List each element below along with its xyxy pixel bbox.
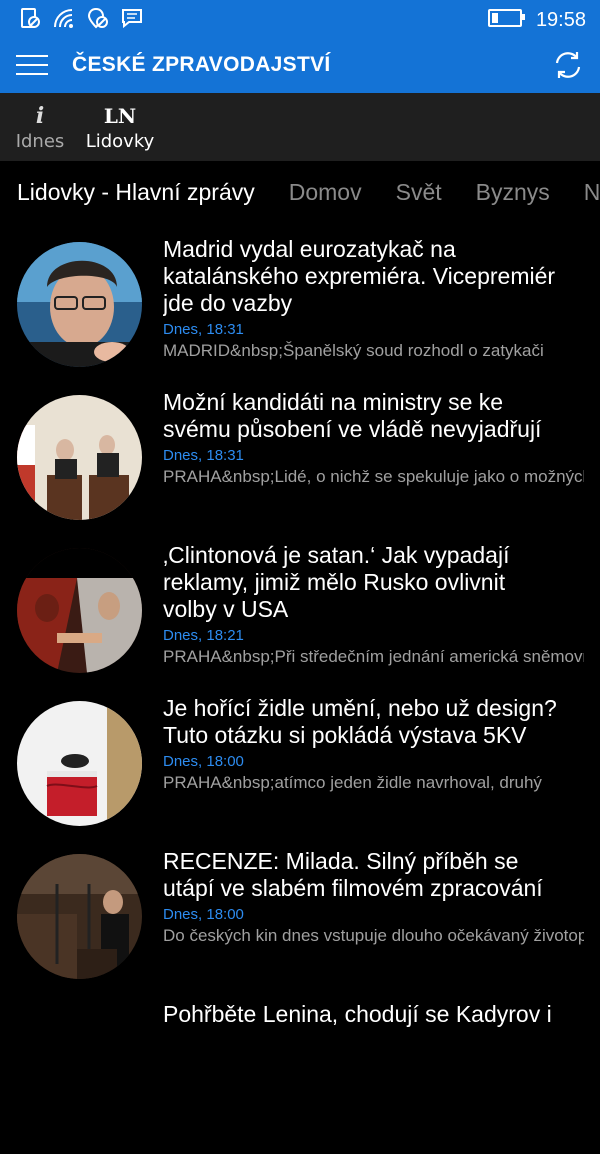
tab-domov[interactable]: Domov [289,179,362,206]
article-thumbnail [17,242,142,367]
article-headline: Možní kandidáti na ministry se ke svému … [163,389,542,442]
article-item[interactable]: Možní kandidáti na ministry se ke svému … [0,389,600,542]
article-time: Dnes, 18:21 [163,627,244,644]
silent-mode-icon [18,6,42,30]
app-title: ČESKÉ ZPRAVODAJSTVÍ [72,52,331,76]
article-snippet: PRAHA&nbsp;Lidé, o nichž se spekuluje ja… [163,467,584,486]
article-headline: ‚Clintonová je satan.‘ Jak vypadají rekl… [163,542,510,622]
article-list: Madrid vydal eurozatykač na katalánského… [0,236,600,1154]
article-thumbnail [17,854,142,979]
battery-icon [487,9,525,27]
app-bar: ČESKÉ ZPRAVODAJSTVÍ [0,36,600,93]
article-time: Dnes, 18:00 [163,753,244,770]
article-snippet: Do českých kin dnes vstupuje dlouho oček… [163,926,584,945]
source-label: Lidovky [85,130,155,152]
article-headline: Pohřběte Lenina, chodují se Kadyrov i [163,1001,552,1027]
article-snippet: PRAHA&nbsp;Při středečním jednání americ… [163,647,584,666]
article-thumbnail [17,701,142,826]
menu-button[interactable] [16,53,50,77]
source-label: Idnes [15,130,65,152]
refresh-icon [555,51,581,78]
lidovky-logo: LN [103,103,137,128]
article-time: Dnes, 18:31 [163,321,244,338]
source-switcher: i Idnes LN Lidovky [0,93,600,161]
article-snippet: MADRID&nbsp;Španělský soud rozhodl o zat… [163,341,544,360]
status-bar: 19:58 [0,0,600,36]
refresh-button[interactable] [552,49,584,81]
category-tabs: Lidovky - Hlavní zprávy Domov Svět Byzny… [0,161,600,223]
tab-svet[interactable]: Svět [396,179,442,206]
wifi-icon [52,6,76,30]
article-headline: RECENZE: Milada. Silný příběh se utápí v… [163,848,543,901]
tab-next[interactable]: N [584,179,600,206]
article-item[interactable]: RECENZE: Milada. Silný příběh se utápí v… [0,848,600,1001]
tab-byznys[interactable]: Byznys [476,179,550,206]
article-headline: Je hořící židle umění, nebo už design? T… [163,695,557,748]
article-headline: Madrid vydal eurozatykač na katalánského… [163,236,556,316]
article-item[interactable]: Pohřběte Lenina, chodují se Kadyrov i [0,1001,600,1154]
article-item[interactable]: ‚Clintonová je satan.‘ Jak vypadají rekl… [0,542,600,695]
article-time: Dnes, 18:00 [163,906,244,923]
idnes-logo: i [35,102,45,129]
article-snippet: PRAHA&nbsp;atímco jeden židle navrhoval,… [163,773,542,792]
source-idnes[interactable]: i Idnes [0,93,80,161]
article-thumbnail [17,395,142,520]
article-item[interactable]: Madrid vydal eurozatykač na katalánského… [0,236,600,389]
tab-hlavni-zpravy[interactable]: Lidovky - Hlavní zprávy [17,179,255,206]
article-item[interactable]: Je hořící židle umění, nebo už design? T… [0,695,600,848]
article-time: Dnes, 18:31 [163,447,244,464]
location-off-icon [86,6,110,30]
article-thumbnail [17,548,142,673]
clock: 19:58 [535,8,586,31]
source-lidovky[interactable]: LN Lidovky [80,93,160,161]
message-icon [120,6,144,30]
